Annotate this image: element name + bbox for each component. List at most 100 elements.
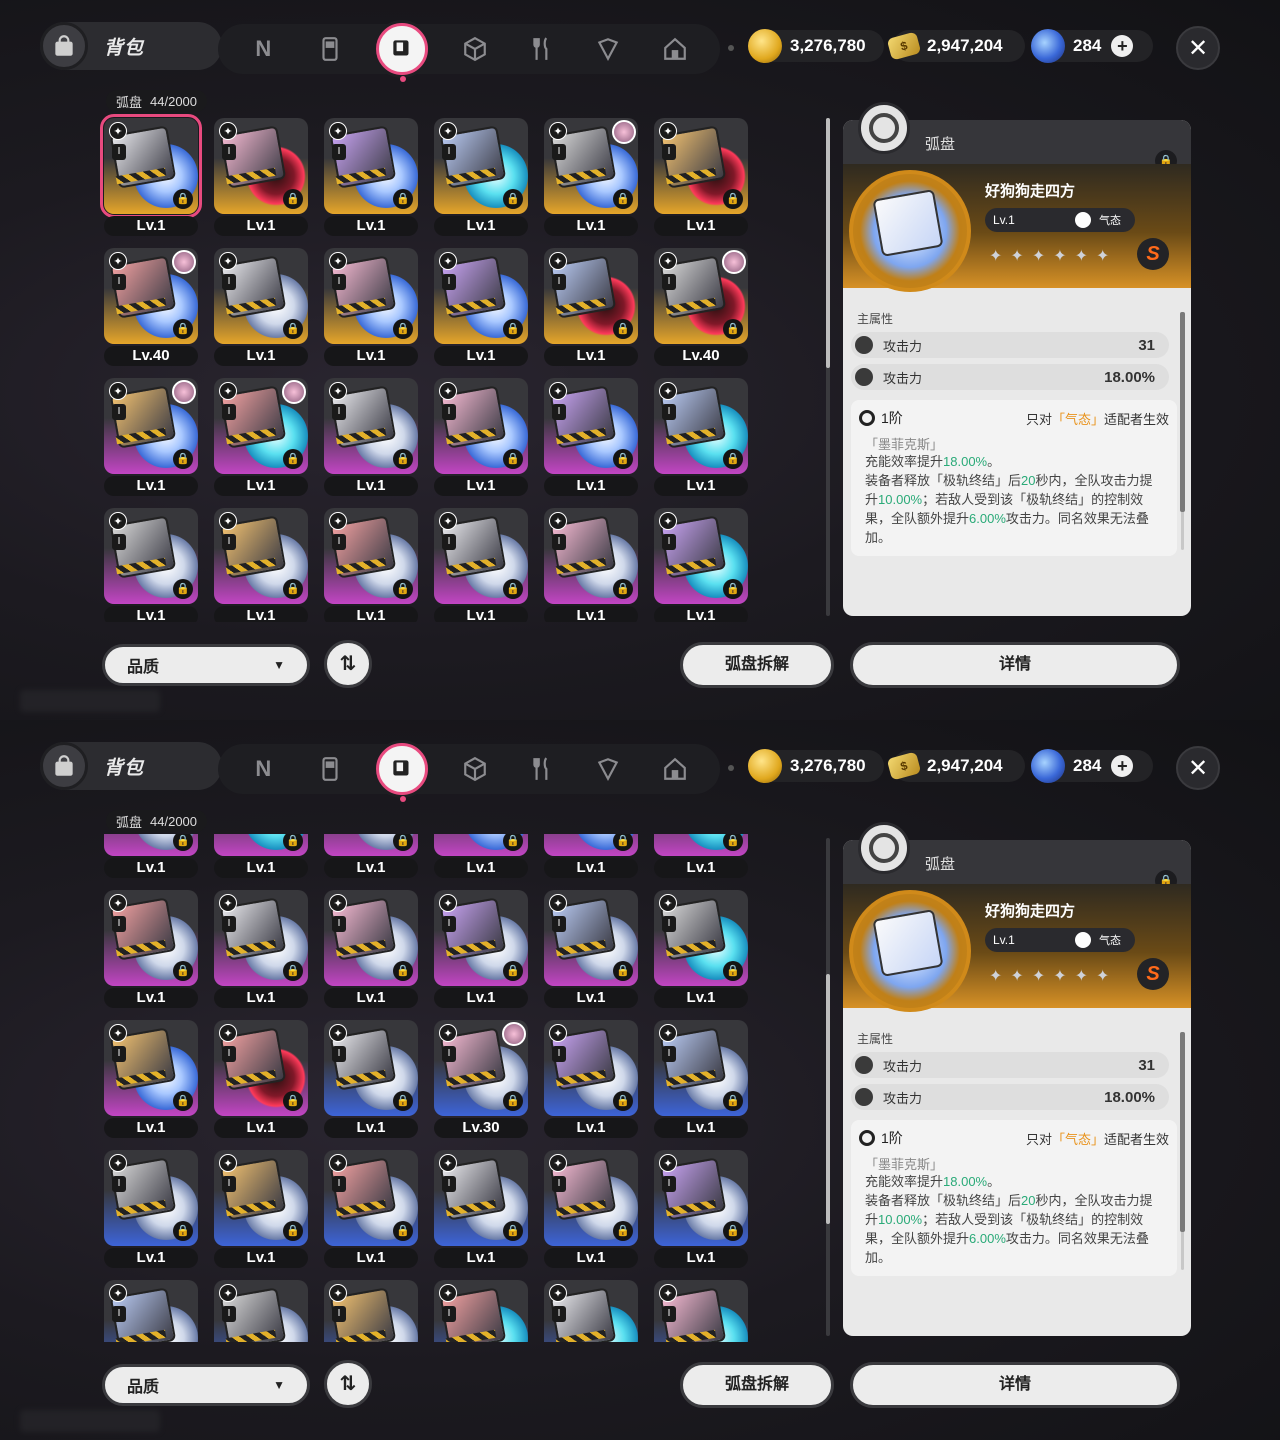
lock-icon[interactable]: 🔒 [173, 319, 193, 339]
tab-drive-discs[interactable] [376, 23, 429, 82]
tab-home[interactable] [655, 29, 695, 69]
disc-card[interactable]: ✦I🔒 [324, 1150, 418, 1246]
disc-item[interactable]: ✦I🔒Lv.1 [650, 374, 748, 496]
disc-item[interactable]: ✦I🔒Lv.1 [540, 114, 638, 236]
disc-item[interactable]: ✦I🔒Lv.1 [650, 114, 748, 236]
disc-item[interactable]: ✦I🔒Lv.1 [540, 1016, 638, 1138]
disc-item[interactable]: ✦I🔒Lv.1 [540, 886, 638, 1008]
lock-icon[interactable]: 🔒 [173, 1091, 193, 1111]
disc-card[interactable]: ✦I🔒 [104, 834, 198, 856]
lock-icon[interactable]: 🔒 [503, 319, 523, 339]
lock-icon[interactable]: 🔒 [173, 449, 193, 469]
lock-icon[interactable]: 🔒 [283, 961, 303, 981]
disc-item[interactable]: ✦I🔒Lv.1 [100, 504, 198, 622]
disc-card[interactable]: ✦I🔒 [434, 1150, 528, 1246]
grid-scrollbar-thumb[interactable] [826, 118, 830, 368]
disc-item[interactable]: ✦I🔒Lv.1 [430, 1276, 528, 1342]
lock-icon[interactable]: 🔒 [723, 449, 743, 469]
lock-icon[interactable]: 🔒 [393, 189, 413, 209]
disc-item[interactable]: ✦I🔒Lv.1 [210, 1276, 308, 1342]
disc-card[interactable]: ✦I🔒 [434, 834, 528, 856]
disc-item[interactable]: ✦I🔒Lv.1 [540, 374, 638, 496]
tab-food[interactable] [522, 29, 562, 69]
disc-item[interactable]: ✦I🔒Lv.1 [210, 834, 308, 878]
lock-icon[interactable]: 🔒 [393, 961, 413, 981]
disc-card[interactable]: ✦I🔒 [434, 1280, 528, 1342]
grid-scrollbar-thumb[interactable] [826, 974, 830, 1225]
close-button[interactable]: ✕ [1176, 746, 1220, 790]
disc-card[interactable]: ✦I🔒 [434, 248, 528, 344]
quality-filter-dropdown[interactable]: 品质 ▼ [102, 644, 310, 686]
disc-card[interactable]: ✦I🔒 [544, 890, 638, 986]
disc-grid[interactable]: ✦ I 🔒 Lv.1 ✦ I 🔒 Lv.1 ✦ I 🔒 Lv.1 ✦ I 🔒 Lv.1 ✦ I 🔒 Lv.1 ✦ I 🔒 Lv… [100, 114, 760, 622]
disc-card[interactable]: ✦I🔒 [544, 834, 638, 856]
add-gems-button[interactable]: + [1111, 35, 1134, 57]
lock-icon[interactable]: 🔒 [503, 189, 523, 209]
disc-card[interactable]: ✦I🔒 [654, 834, 748, 856]
disc-card[interactable]: ✦I🔒 [324, 378, 418, 474]
lock-icon[interactable]: 🔒 [393, 1221, 413, 1241]
disc-card[interactable]: ✦I🔒 [214, 378, 308, 474]
lock-icon[interactable]: 🔒 [283, 319, 303, 339]
disc-item[interactable]: ✦I🔒Lv.1 [540, 1146, 638, 1268]
lock-icon[interactable]: 🔒 [723, 1091, 743, 1111]
lock-icon[interactable]: 🔒 [283, 449, 303, 469]
lock-icon[interactable]: 🔒 [283, 1091, 303, 1111]
disc-card[interactable]: ✦I🔒 [434, 118, 528, 214]
disc-item[interactable]: ✦I🔒Lv.1 [320, 886, 418, 1008]
disc-card[interactable]: ✦I🔒 [100, 114, 202, 218]
disc-item[interactable]: ✦I🔒Lv.1 [430, 834, 528, 878]
lock-icon[interactable]: 🔒 [613, 319, 633, 339]
disc-item[interactable]: ✦I🔒Lv.1 [540, 1276, 638, 1342]
disc-item[interactable]: ✦I🔒Lv.1 [320, 1146, 418, 1268]
tab-drive-discs[interactable] [376, 743, 429, 802]
disc-item[interactable]: ✦I🔒Lv.1 [210, 886, 308, 1008]
disc-item[interactable]: ✦I🔒Lv.1 [650, 1276, 748, 1342]
disc-item[interactable]: ✦I🔒Lv.1 [320, 114, 418, 236]
disc-card[interactable]: ✦I🔒 [324, 118, 418, 214]
lock-icon[interactable]: 🔒 [503, 1221, 523, 1241]
disc-card[interactable]: ✦I🔒 [324, 890, 418, 986]
disc-card[interactable]: ✦I🔒 [214, 1280, 308, 1342]
disc-item[interactable]: ✦I🔒Lv.1 [210, 114, 308, 236]
disc-card[interactable]: ✦I🔒 [434, 508, 528, 604]
disc-item[interactable]: ✦I🔒Lv.1 [540, 504, 638, 622]
lock-icon[interactable]: 🔒 [723, 319, 743, 339]
disc-item[interactable]: ✦I🔒Lv.1 [650, 504, 748, 622]
disc-item[interactable]: ✦I🔒Lv.1 [320, 1016, 418, 1138]
disc-card[interactable]: ✦I🔒 [654, 890, 748, 986]
disc-item[interactable]: ✦I🔒Lv.1 [100, 886, 198, 1008]
disc-card[interactable]: ✦I🔒 [544, 378, 638, 474]
add-gems-button[interactable]: + [1111, 755, 1134, 777]
disc-card[interactable]: ✦I🔒 [214, 834, 308, 856]
disc-card[interactable]: ✦I🔒 [654, 1280, 748, 1342]
lock-icon[interactable]: 🔒 [393, 579, 413, 599]
disc-item[interactable]: ✦I🔒Lv.1 [100, 1276, 198, 1342]
detail-scrollbar[interactable] [1180, 1032, 1185, 1270]
disc-item[interactable]: ✦I🔒Lv.1 [320, 504, 418, 622]
sort-order-button[interactable]: ⇅ [324, 1360, 372, 1408]
lock-icon[interactable]: 🔒 [283, 189, 303, 209]
tab-materials[interactable] [455, 749, 495, 789]
disc-item[interactable]: ✦I🔒Lv.1 [100, 1146, 198, 1268]
detail-scrollbar[interactable] [1180, 312, 1185, 550]
tab-materials[interactable] [455, 29, 495, 69]
tab-devices[interactable] [310, 29, 350, 69]
disc-item[interactable]: ✦I🔒Lv.1 [650, 886, 748, 1008]
detail-scrollbar-thumb[interactable] [1180, 1032, 1185, 1232]
disc-item[interactable]: ✦I🔒Lv.1 [430, 114, 528, 236]
disc-card[interactable]: ✦I🔒 [544, 248, 638, 344]
tab-agents[interactable]: N [243, 29, 283, 69]
disc-item[interactable]: ✦I🔒Lv.1 [210, 504, 308, 622]
disc-item[interactable]: ✦I🔒Lv.1 [430, 374, 528, 496]
disc-card[interactable]: ✦I🔒 [654, 118, 748, 214]
disc-card[interactable]: ✦I🔒 [214, 118, 308, 214]
disc-item[interactable]: ✦I🔒Lv.1 [210, 1146, 308, 1268]
grid-scrollbar[interactable] [826, 838, 830, 1336]
tab-agents[interactable]: N [243, 749, 283, 789]
lock-icon[interactable]: 🔒 [503, 449, 523, 469]
lock-icon[interactable]: 🔒 [173, 961, 193, 981]
disc-item[interactable]: ✦I🔒Lv.1 [430, 244, 528, 366]
lock-icon[interactable]: 🔒 [173, 579, 193, 599]
lock-icon[interactable]: 🔒 [723, 189, 743, 209]
